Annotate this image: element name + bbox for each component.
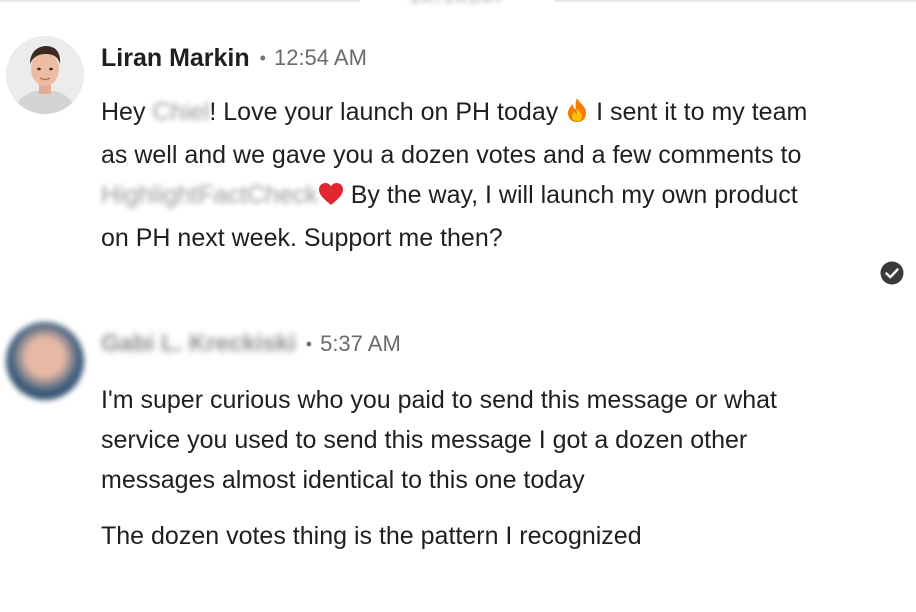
- message-text-part: ! Love your launch on PH today: [209, 98, 566, 126]
- date-divider-line-right: [555, 0, 916, 2]
- messaging-thread: SATURDAY Liran Markin • 12:54 AM Hey Chi…: [0, 0, 916, 612]
- avatar[interactable]: [6, 36, 84, 114]
- avatar[interactable]: [6, 322, 84, 400]
- message-timestamp: 5:37 AM: [320, 331, 401, 356]
- separator-dot: •: [259, 47, 266, 68]
- date-divider-line-left: [0, 0, 360, 2]
- product-name-redacted: HighlightFactCheck: [101, 181, 318, 209]
- fire-emoji: [565, 95, 589, 135]
- sender-name[interactable]: Liran Markin: [101, 44, 250, 73]
- message-paragraph: The dozen votes thing is the pattern I r…: [101, 522, 642, 550]
- red-heart-emoji: [318, 178, 344, 218]
- avatar-photo: [6, 36, 84, 114]
- message-paragraph: I'm super curious who you paid to send t…: [101, 386, 777, 494]
- message-text: Hey Chiel! Love your launch on PH today …: [101, 92, 821, 258]
- message-body: Hey Chiel! Love your launch on PH today …: [101, 92, 821, 274]
- message-header: Liran Markin • 12:54 AM: [101, 40, 367, 76]
- read-receipt-icon: [880, 261, 904, 285]
- message-text-part: Hey: [101, 98, 153, 126]
- message-timestamp: 12:54 AM: [273, 45, 367, 70]
- date-divider-label: SATURDAY: [360, 0, 555, 10]
- message-body: I'm super curious who you paid to send t…: [101, 380, 821, 572]
- mention-name-redacted: Chiel: [152, 98, 210, 126]
- message-header: Gabi L. Kreckiski • 5:37 AM: [101, 326, 401, 362]
- sender-name-redacted[interactable]: Gabi L. Kreckiski: [101, 330, 296, 358]
- separator-dot: •: [305, 333, 313, 354]
